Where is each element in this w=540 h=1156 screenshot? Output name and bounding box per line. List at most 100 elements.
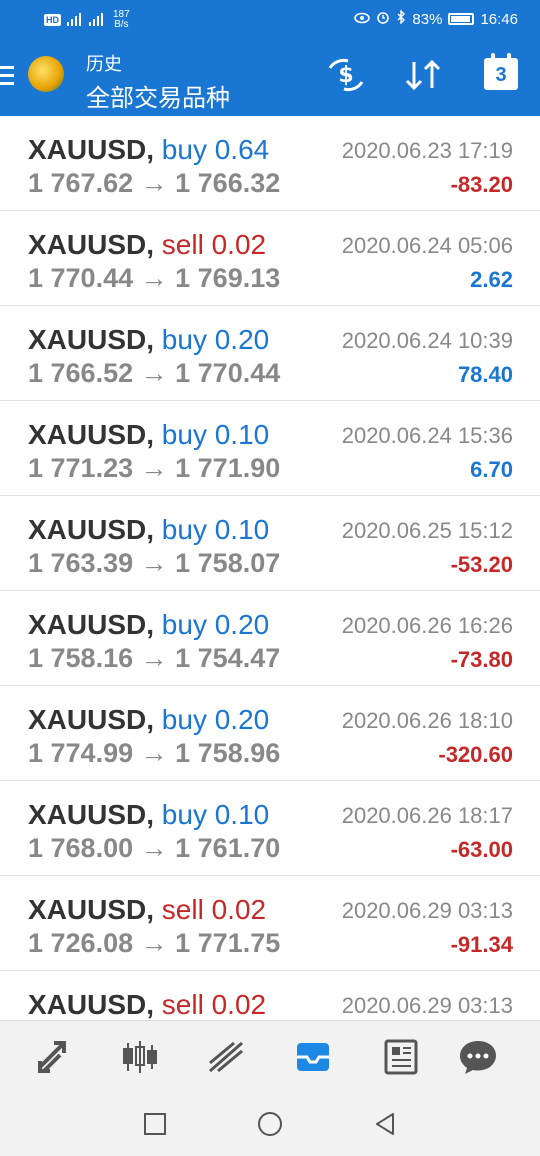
trade-volume: 0.10 xyxy=(214,419,270,450)
trade-symbol: XAUUSD, xyxy=(28,989,155,1020)
calendar-icon[interactable]: 3 xyxy=(484,53,518,90)
sort-icon[interactable] xyxy=(404,58,442,100)
close-price: 1 769.13 xyxy=(175,263,281,293)
clock: 16:46 xyxy=(480,10,518,28)
trade-symbol: XAUUSD, xyxy=(28,229,155,260)
system-nav-bar xyxy=(0,1092,540,1156)
open-price: 1 770.44 xyxy=(28,263,134,293)
history-inbox-icon[interactable] xyxy=(293,1037,333,1077)
trade-row[interactable]: XAUUSD, sell 0.02 1 726.08 → 1 771.75 2020… xyxy=(0,876,540,971)
trade-prices: 1 770.44 → 1 769.13 xyxy=(28,263,280,294)
close-price: 1 758.96 xyxy=(175,738,281,768)
trade-profit: -91.34 xyxy=(450,932,513,957)
trade-symbol: XAUUSD, xyxy=(28,609,155,640)
status-right: 83% 16:46 xyxy=(354,9,518,28)
trade-volume: 0.20 xyxy=(214,324,270,355)
recents-icon[interactable] xyxy=(141,1110,169,1138)
trade-side: buy xyxy=(161,609,207,640)
trade-symbol: XAUUSD, xyxy=(28,894,155,925)
battery-icon xyxy=(448,13,475,25)
app-header: HD 187 B/s 83% 16:46 历史 全部交易品种 $ 3 xyxy=(0,0,540,116)
trade-side: buy xyxy=(161,419,207,450)
status-bar: HD 187 B/s 83% 16:46 xyxy=(0,0,540,40)
trade-title: XAUUSD, sell 0.02 xyxy=(28,989,266,1020)
symbol-filter[interactable]: 全部交易品种 xyxy=(86,78,230,113)
battery-percent: 83% xyxy=(412,10,443,28)
trade-date: 2020.06.29 03:13 xyxy=(341,898,513,923)
close-price: 1 758.07 xyxy=(175,548,281,578)
chat-icon[interactable] xyxy=(458,1037,498,1077)
app-logo xyxy=(28,56,64,92)
open-price: 1 767.62 xyxy=(28,168,134,198)
trade-row[interactable]: XAUUSD, buy 0.10 1 771.23 → 1 771.90 2020.… xyxy=(0,401,540,496)
trade-row[interactable]: XAUUSD, buy 0.20 1 766.52 → 1 770.44 2020.… xyxy=(0,306,540,401)
trade-volume: 0.02 xyxy=(211,894,267,925)
trade-row[interactable]: XAUUSD, sell 0.02 1 770.44 → 1 769.13 2020… xyxy=(0,211,540,306)
bottom-tab-bar xyxy=(0,1020,540,1093)
trade-volume: 0.02 xyxy=(211,989,267,1020)
trade-row[interactable]: XAUUSD, buy 0.64 1 767.62 → 1 766.32 2020.… xyxy=(0,116,540,211)
trade-symbol: XAUUSD, xyxy=(28,514,155,545)
trade-prices: 1 771.23 → 1 771.90 xyxy=(28,453,280,484)
trade-side: sell xyxy=(161,229,204,260)
trade-prices: 1 774.99 → 1 758.96 xyxy=(28,738,280,769)
trade-volume: 0.02 xyxy=(211,229,267,260)
arrow-right-icon: → xyxy=(140,263,168,293)
trade-arrows-icon[interactable] xyxy=(34,1037,74,1077)
trade-side: buy xyxy=(161,514,207,545)
trend-lines-icon[interactable] xyxy=(206,1037,246,1077)
trade-prices: 1 766.52 → 1 770.44 xyxy=(28,358,280,389)
menu-icon[interactable] xyxy=(0,66,14,86)
trade-side: sell xyxy=(161,989,204,1020)
back-icon[interactable] xyxy=(371,1110,399,1138)
trade-date: 2020.06.24 15:36 xyxy=(341,423,513,448)
trade-row[interactable]: XAUUSD, sell 0.02 2020.06.29 03:13 xyxy=(0,971,540,1020)
trade-date: 2020.06.25 15:12 xyxy=(341,518,513,543)
news-icon[interactable] xyxy=(380,1037,420,1077)
open-price: 1 758.16 xyxy=(28,643,134,673)
trade-profit: 6.70 xyxy=(470,457,513,482)
trade-volume: 0.64 xyxy=(214,134,270,165)
arrow-right-icon: → xyxy=(140,738,168,768)
trade-symbol: XAUUSD, xyxy=(28,419,155,450)
close-price: 1 766.32 xyxy=(175,168,281,198)
open-price: 1 766.52 xyxy=(28,358,134,388)
trade-profit: 2.62 xyxy=(470,267,513,292)
trade-row[interactable]: XAUUSD, buy 0.10 1 763.39 → 1 758.07 2020.… xyxy=(0,496,540,591)
trade-profit: -53.20 xyxy=(450,552,513,577)
close-price: 1 771.90 xyxy=(175,453,281,483)
trade-symbol: XAUUSD, xyxy=(28,799,155,830)
candlestick-chart-icon[interactable] xyxy=(120,1037,160,1077)
close-price: 1 771.75 xyxy=(175,928,281,958)
trade-row[interactable]: XAUUSD, buy 0.20 1 758.16 → 1 754.47 2020.… xyxy=(0,591,540,686)
trade-volume: 0.20 xyxy=(214,609,270,640)
eye-comfort-icon xyxy=(354,11,371,28)
trade-date: 2020.06.26 18:17 xyxy=(341,803,513,828)
trade-profit: -63.00 xyxy=(450,837,513,862)
trade-row[interactable]: XAUUSD, buy 0.20 1 774.99 → 1 758.96 2020.… xyxy=(0,686,540,781)
open-price: 1 774.99 xyxy=(28,738,134,768)
trade-title: XAUUSD, sell 0.02 xyxy=(28,229,266,261)
trade-date: 2020.06.24 05:06 xyxy=(341,233,513,258)
trade-volume: 0.10 xyxy=(214,799,270,830)
trade-side: sell xyxy=(161,894,204,925)
arrow-right-icon: → xyxy=(140,453,168,483)
trade-date: 2020.06.26 18:10 xyxy=(341,708,513,733)
app-bar: 历史 全部交易品种 $ 3 xyxy=(0,40,540,116)
calendar-day: 3 xyxy=(495,64,507,86)
currency-exchange-icon[interactable]: $ xyxy=(326,58,366,100)
open-price: 1 726.08 xyxy=(28,928,134,958)
alarm-icon xyxy=(376,10,390,28)
trade-prices: 1 726.08 → 1 771.75 xyxy=(28,928,280,959)
home-icon[interactable] xyxy=(256,1110,284,1138)
trade-row[interactable]: XAUUSD, buy 0.10 1 768.00 → 1 761.70 2020.… xyxy=(0,781,540,876)
trade-history-list[interactable]: XAUUSD, buy 0.64 1 767.62 → 1 766.32 2020.… xyxy=(0,116,540,1020)
arrow-right-icon: → xyxy=(140,833,168,863)
trade-volume: 0.20 xyxy=(214,704,270,735)
close-price: 1 761.70 xyxy=(175,833,281,863)
open-price: 1 768.00 xyxy=(28,833,134,863)
network-speed: 187 B/s xyxy=(113,10,130,30)
arrow-right-icon: → xyxy=(140,358,168,388)
network-badge: HD xyxy=(44,14,61,26)
trade-title: XAUUSD, buy 0.64 xyxy=(28,134,269,166)
